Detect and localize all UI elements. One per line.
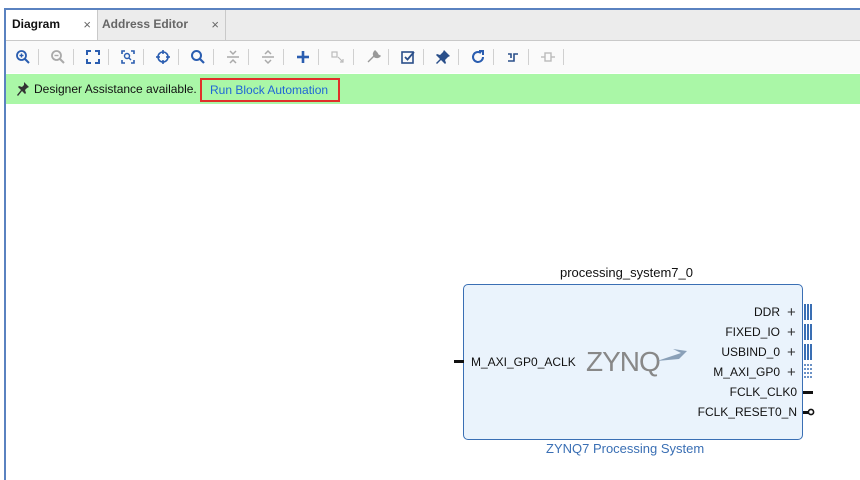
zynq-logo-swoosh [657,349,687,361]
block-instance-name: processing_system7_0 [560,265,693,280]
zoom-selection-icon[interactable] [118,47,138,67]
tab-address-editor-label: Address Editor [102,17,189,31]
regenerate-layout-icon[interactable] [468,47,488,67]
zoom-fit-icon[interactable] [83,47,103,67]
input-port-pin[interactable] [454,360,464,363]
assistance-label: Designer Assistance available. [34,82,197,96]
ip-name-label: ZYNQ7 Processing System [546,441,705,456]
zynq-logo: ZYNQ [586,346,661,377]
toolbar-separator [213,49,214,65]
add-ip-icon[interactable] [293,47,313,67]
bus-interface-icon[interactable] [803,324,813,340]
center-icon[interactable] [153,47,173,67]
port-fclk-reset0-n[interactable]: FCLK_RESET0_N [698,405,797,419]
collapse-all-icon[interactable] [223,47,243,67]
toolbar-separator [388,49,389,65]
tab-diagram[interactable]: Diagram × [6,10,98,40]
expand-port-icon[interactable]: + [787,305,796,320]
assistant-pin-icon [17,82,29,96]
zoom-in-icon[interactable] [13,47,33,67]
toolbar-separator [458,49,459,65]
toolbar-separator [73,49,74,65]
diagram-toolbar [6,41,860,73]
expand-port-icon[interactable]: + [787,325,796,340]
toolbar-separator [528,49,529,65]
expand-port-icon[interactable]: + [787,345,796,360]
make-connection-icon[interactable] [328,47,348,67]
tab-address-editor[interactable]: Address Editor × [98,10,226,40]
toolbar-separator [353,49,354,65]
toolbar-separator [423,49,424,65]
bus-interface-icon[interactable] [803,344,813,360]
toolbar-separator [248,49,249,65]
close-icon[interactable]: × [211,11,219,39]
port-fixed-io[interactable]: FIXED_IO [725,325,780,339]
clock-output-pin[interactable] [803,391,813,394]
tab-diagram-label: Diagram [12,17,61,31]
run-block-automation-link[interactable]: Run Block Automation [200,78,340,102]
axi-interface-icon[interactable] [803,364,813,380]
expand-all-icon[interactable] [258,47,278,67]
search-icon[interactable] [188,47,208,67]
toolbar-separator [178,49,179,65]
tab-bar: Diagram × Address Editor × [6,10,860,41]
designer-assistance-bar: Designer Assistance available. Run Block… [6,74,860,104]
port-m-axi-gp0[interactable]: M_AXI_GP0 [713,365,780,379]
bus-interface-icon[interactable] [803,304,813,320]
toolbar-separator [283,49,284,65]
port-fclk-clk0[interactable]: FCLK_CLK0 [730,385,797,399]
toolbar-separator [318,49,319,65]
zoom-out-icon[interactable] [48,47,68,67]
expand-port-icon[interactable]: + [787,365,796,380]
close-icon[interactable]: × [83,11,91,39]
toolbar-separator [493,49,494,65]
properties-icon[interactable] [363,47,383,67]
port-usbind-0[interactable]: USBIND_0 [721,345,780,359]
toolbar-separator [38,49,39,65]
port-ddr[interactable]: DDR [754,305,780,319]
toolbar-separator [563,49,564,65]
make-external-icon[interactable] [538,47,558,67]
toolbar-separator [143,49,144,65]
port-m-axi-gp0-aclk[interactable]: M_AXI_GP0_ACLK [471,355,576,369]
pin-icon[interactable] [433,47,453,67]
optimize-routing-icon[interactable] [503,47,523,67]
active-low-bubble-icon [807,408,815,416]
toolbar-separator [108,49,109,65]
validate-design-icon[interactable] [398,47,418,67]
